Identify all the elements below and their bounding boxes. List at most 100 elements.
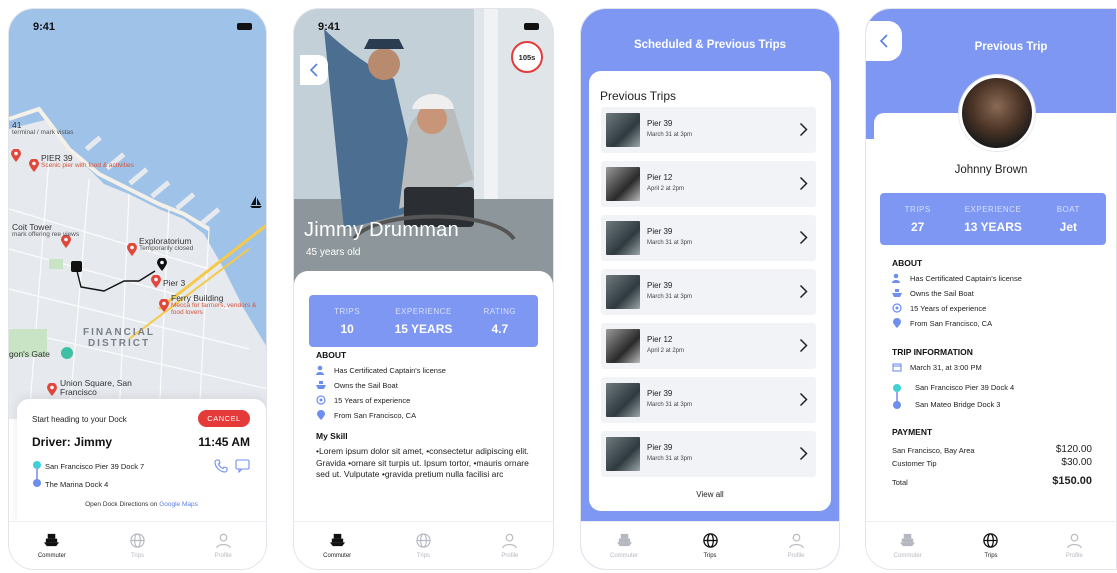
payment-heading: PAYMENT — [892, 427, 933, 437]
trip-row[interactable]: Pier 12 April 2 at 2pm — [601, 323, 816, 369]
sailboat-icon — [250, 196, 262, 208]
tab-commuter[interactable]: Commuter — [294, 522, 380, 569]
payment-label: Customer Tip — [892, 459, 937, 468]
phone-icon[interactable] — [214, 459, 228, 473]
chevron-left-icon — [309, 63, 318, 77]
tab-bar: Commuter Trips Profile — [294, 521, 553, 569]
trip-row[interactable]: Pier 39 March 31 at 3pm — [601, 431, 816, 477]
tab-trips[interactable]: Trips — [380, 522, 466, 569]
route-end-dot — [893, 401, 901, 409]
previous-trips-card: Previous Trips Pier 39 March 31 at 3pm Pie… — [589, 71, 831, 511]
about-text: From San Francisco, CA — [910, 318, 993, 328]
tab-profile[interactable]: Profile — [753, 522, 839, 569]
captain-icon — [316, 365, 324, 375]
map-view[interactable]: 41 terminal / mark vistas PIER 39 Scenic p… — [9, 9, 266, 419]
stat-label: TRIPS — [334, 306, 361, 316]
payment-amount: $120.00 — [1055, 444, 1092, 455]
badge-icon — [892, 303, 902, 313]
calendar-icon — [892, 363, 902, 372]
trip-date: April 2 at 2pm — [647, 186, 685, 192]
map-label-terminal: 41 terminal / mark vistas — [12, 120, 74, 136]
trip-row[interactable]: Pier 12 April 2 at 2pm — [601, 161, 816, 207]
trip-thumbnail — [606, 113, 640, 147]
route-stop-start: San Francisco Pier 39 Dock 7 — [45, 462, 145, 471]
captain-age: 45 years old — [306, 247, 361, 258]
map-pin-icon[interactable] — [159, 299, 169, 312]
google-maps-link[interactable]: Google Maps — [159, 501, 198, 508]
trip-date: April 2 at 2pm — [647, 348, 685, 354]
tab-commuter[interactable]: Commuter — [866, 522, 949, 569]
stat-value: 4.7 — [491, 321, 509, 336]
payment-amount: $30.00 — [1061, 457, 1092, 468]
route-stop-end: The Marina Dock 4 — [45, 480, 109, 489]
trip-row[interactable]: Pier 39 March 31 at 3pm — [601, 215, 816, 261]
tab-trips[interactable]: Trips — [667, 522, 753, 569]
trip-date: March 31 at 3pm — [647, 294, 693, 300]
globe-icon — [983, 533, 999, 548]
tab-label: Profile — [787, 553, 805, 559]
trip-info-heading: TRIP INFORMATION — [892, 347, 973, 357]
about-text: From San Francisco, CA — [334, 410, 417, 420]
map-label-ferry-building: Ferry Building Mecca for farmers, vendors… — [171, 293, 257, 316]
list-heading: Previous Trips — [600, 89, 677, 103]
back-button[interactable] — [300, 55, 328, 85]
message-icon[interactable] — [235, 459, 250, 473]
trip-row[interactable]: Pier 39 March 31 at 3pm — [601, 269, 816, 315]
person-icon — [502, 533, 517, 549]
trip-date: March 31 at 3pm — [647, 456, 693, 462]
map-pin-icon[interactable] — [151, 275, 161, 288]
captain-icon — [892, 273, 900, 283]
trip-thumbnail — [606, 383, 640, 417]
trip-date-row: March 31, at 3:00 PM — [892, 362, 982, 372]
map-label-financial-district: FINANCIAL DISTRICT — [83, 327, 155, 349]
tab-label: Profile — [501, 553, 519, 559]
stat-label: EXPERIENCE — [395, 306, 452, 316]
route-start-dot — [893, 384, 901, 392]
stat-experience: EXPERIENCE 15 YEARS — [385, 295, 461, 347]
tab-label: Commuter — [609, 553, 638, 559]
tab-label: Profile — [214, 553, 232, 559]
about-heading: ABOUT — [316, 350, 347, 360]
tab-commuter[interactable]: Commuter — [9, 522, 95, 569]
tab-profile[interactable]: Profile — [467, 522, 553, 569]
stat-label: EXPERIENCE — [964, 204, 1022, 214]
tab-label: Profile — [1065, 553, 1083, 559]
trip-name: Pier 39 — [647, 119, 673, 128]
map-label-pier-39: PIER 39 Scenic pier with food & activitie… — [41, 153, 134, 169]
map-pin-icon[interactable] — [47, 383, 57, 396]
cancel-button[interactable]: CANCEL — [198, 410, 250, 427]
back-button[interactable] — [866, 21, 902, 61]
map-label-union-square: Union Square, San Francisco — [60, 378, 132, 397]
driver-marker-icon — [71, 261, 82, 272]
stat-rating: RATING 4.7 — [462, 295, 538, 347]
map-pin-icon[interactable] — [127, 243, 137, 256]
trip-name: Pier 39 — [647, 281, 673, 290]
about-heading: ABOUT — [892, 258, 923, 268]
captain-photo: 9:41 105s Jimmy Drumman 45 years old — [294, 9, 553, 289]
chevron-right-icon — [799, 230, 808, 245]
view-all-link[interactable]: View all — [589, 490, 831, 499]
about-item: 15 Years of experience — [316, 395, 410, 405]
tab-label: Commuter — [37, 553, 66, 559]
about-item: From San Francisco, CA — [892, 318, 992, 328]
trip-thumbnail — [606, 275, 640, 309]
tab-profile[interactable]: Profile — [1033, 522, 1116, 569]
screen-previous-trip: Previous Trip Johnny Brown TRIPS 27 EXPER… — [865, 8, 1117, 570]
trip-name: Pier 12 — [647, 335, 673, 344]
stat-value: Jet — [1059, 219, 1077, 234]
tab-profile[interactable]: Profile — [180, 522, 266, 569]
map-label-gate: gon's Gate — [9, 349, 50, 359]
tab-trips[interactable]: Trips — [949, 522, 1032, 569]
map-pin-icon[interactable] — [29, 159, 39, 172]
about-item: Has Certificated Captain's license — [892, 273, 1022, 283]
trip-row[interactable]: Pier 39 March 31 at 3pm — [601, 377, 816, 423]
stat-experience: EXPERIENCE 13 YEARS — [955, 193, 1030, 245]
boat-icon — [316, 381, 326, 389]
tab-trips[interactable]: Trips — [95, 522, 181, 569]
screen-captain-profile: 9:41 105s Jimmy Drumman 45 years old TRI… — [293, 8, 554, 570]
tab-commuter[interactable]: Commuter — [581, 522, 667, 569]
map-pin-icon[interactable] — [11, 149, 21, 162]
skill-heading: My Skill — [316, 431, 348, 441]
trip-row[interactable]: Pier 39 March 31 at 3pm — [601, 107, 816, 153]
about-text: Owns the Sail Boat — [910, 288, 974, 298]
